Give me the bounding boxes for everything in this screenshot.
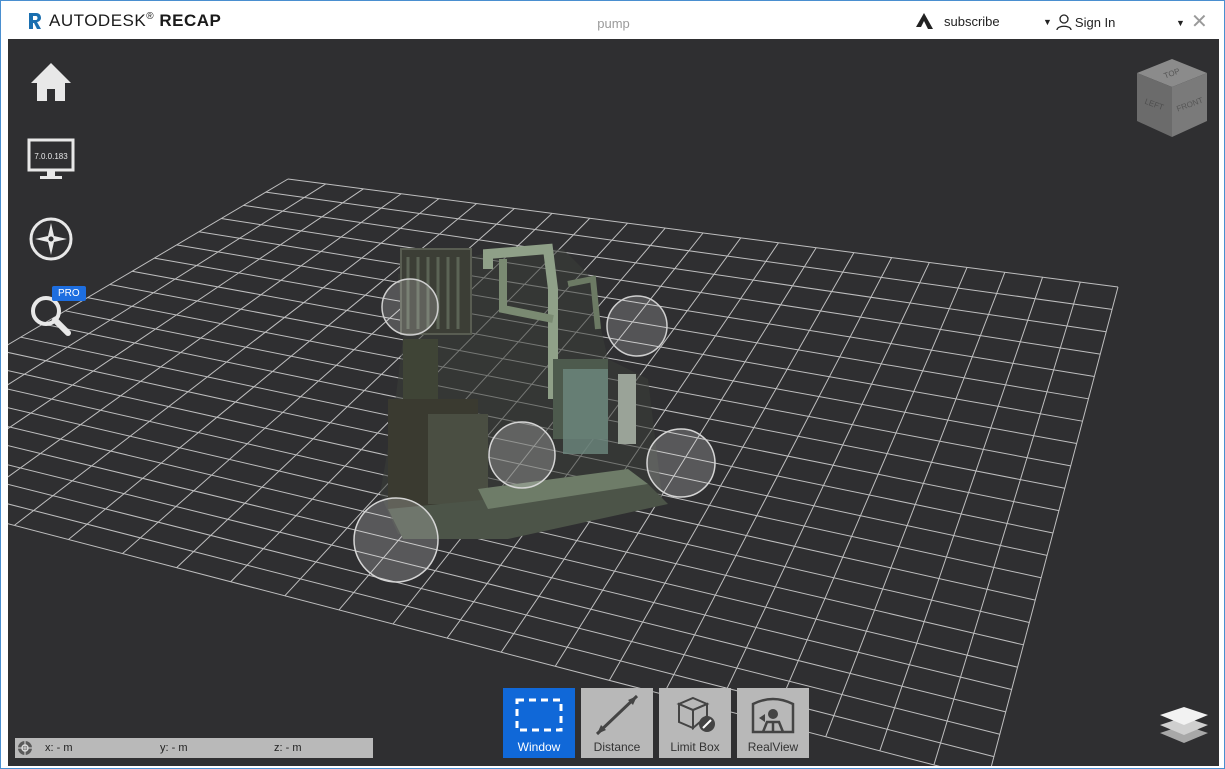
signin-label: Sign In [1074,14,1116,30]
scene-canvas [8,178,1119,766]
window-select-icon [515,698,563,732]
signin-button[interactable]: ▼ Sign In [1043,13,1115,31]
coord-z: z: - m [274,742,302,754]
distance-button[interactable]: Distance [581,688,653,758]
layers-icon[interactable] [1158,703,1210,745]
realview-icon [751,697,795,734]
monitor-icon: 7.0.0.183 [27,138,75,179]
pro-badge: PRO [52,286,86,301]
app-window: AUTODESK® RECAP pump subscribe ▼ Sign In… [0,0,1225,769]
realview-button[interactable]: RealView [737,688,809,758]
limit-box-button[interactable]: Limit Box [659,688,731,758]
signin-dropdown-icon[interactable]: ▼ [1043,17,1052,27]
close-icon[interactable]: ✕ [1191,12,1208,32]
title-bar: AUTODESK® RECAP pump subscribe ▼ Sign In… [1,1,1224,39]
limit-box-label: Limit Box [670,740,720,754]
compass-icon [29,217,73,261]
grid-line [771,267,968,723]
window-select-button[interactable]: Window [503,688,575,758]
navigate-button[interactable] [26,214,76,264]
menu-dropdown-icon[interactable]: ▼ [1176,18,1185,28]
grid-line [879,277,1044,751]
limit-box-icon [676,696,715,732]
distance-label: Distance [593,740,641,754]
coordinate-readout: x: - m y: - m z: - m [15,738,373,758]
user-icon [1056,14,1072,31]
coord-x: x: - m [45,742,73,754]
measure-toolbar: Window Distance Limit Box RealView [503,688,815,758]
window-select-label: Window [517,740,561,754]
realview-label: RealView [747,740,799,754]
version-label: 7.0.0.183 [34,152,68,161]
viewcube[interactable]: TOP LEFT FRONT [1134,57,1210,139]
point-cloud-viewport[interactable]: 7.0.0.183 PRO TOP LEFT FRONT Window Dist… [8,39,1219,766]
grid-line [825,272,1006,737]
document-title: pump [597,16,630,31]
monitor-button[interactable]: 7.0.0.183 [26,137,76,187]
grid-line [717,262,930,709]
grid-line [990,286,1119,766]
home-icon [31,63,71,101]
autodesk-a-icon [916,13,933,29]
home-button[interactable] [26,59,76,109]
distance-icon [595,694,639,736]
coordinate-system-icon[interactable] [17,740,33,756]
subscribe-link[interactable]: subscribe [914,12,1000,30]
subscribe-label: subscribe [944,13,1000,29]
coord-y: y: - m [160,742,188,754]
